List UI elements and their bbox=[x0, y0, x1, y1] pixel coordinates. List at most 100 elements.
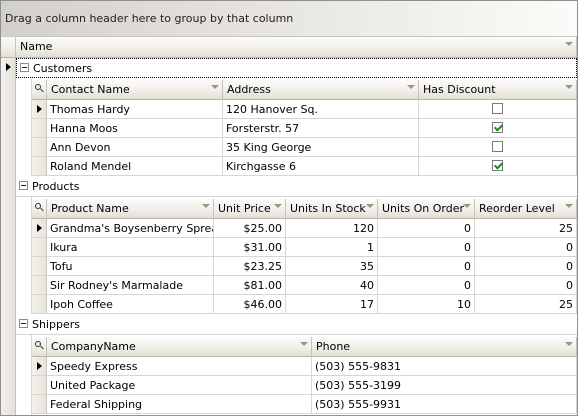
table-cell[interactable]: (503) 555-9931 bbox=[312, 395, 577, 414]
table-cell[interactable]: Thomas Hardy bbox=[47, 100, 223, 119]
triangle-right-icon[interactable] bbox=[32, 357, 47, 376]
row-indicator[interactable] bbox=[32, 157, 47, 176]
column-header-company-name[interactable]: CompanyName bbox=[47, 337, 312, 357]
discount-checkbox[interactable] bbox=[492, 141, 503, 152]
row-indicator[interactable] bbox=[32, 276, 47, 295]
band-row-customers[interactable]: Customers bbox=[16, 58, 577, 78]
table-cell[interactable]: 0 bbox=[475, 276, 577, 295]
table-cell[interactable]: 25 bbox=[475, 219, 577, 238]
column-chooser-button[interactable] bbox=[32, 337, 47, 357]
table-cell[interactable]: 0 bbox=[475, 238, 577, 257]
table-cell[interactable]: 10 bbox=[378, 295, 475, 314]
cell-company-name: United Package bbox=[50, 379, 136, 392]
row-indicator[interactable] bbox=[32, 257, 47, 276]
column-header-contact-name[interactable]: Contact Name bbox=[47, 80, 223, 100]
column-header-product-name[interactable]: Product Name bbox=[47, 199, 214, 219]
cell-contact-name: Roland Mendel bbox=[50, 160, 132, 173]
table-cell[interactable]: $25.00 bbox=[214, 219, 286, 238]
chevron-down-icon[interactable] bbox=[407, 85, 415, 89]
column-header-name[interactable]: Name bbox=[16, 37, 577, 58]
chevron-down-icon[interactable] bbox=[366, 204, 374, 208]
chevron-down-icon[interactable] bbox=[300, 342, 308, 346]
table-cell[interactable]: 40 bbox=[286, 276, 378, 295]
chevron-down-icon[interactable] bbox=[274, 204, 282, 208]
group-by-panel[interactable]: Drag a column header here to group by th… bbox=[1, 1, 577, 37]
cell-units-in-stock: 1 bbox=[367, 241, 374, 254]
row-indicator[interactable] bbox=[32, 119, 47, 138]
row-indicator[interactable] bbox=[32, 138, 47, 157]
cell-unit-price: $46.00 bbox=[243, 298, 283, 311]
chevron-down-icon[interactable] bbox=[565, 204, 573, 208]
column-header-phone[interactable]: Phone bbox=[312, 337, 577, 357]
chevron-down-icon[interactable] bbox=[211, 85, 219, 89]
collapse-minus-icon[interactable] bbox=[19, 319, 28, 328]
cell-unit-price: $81.00 bbox=[243, 279, 283, 292]
table-cell[interactable]: 120 bbox=[286, 219, 378, 238]
column-header-has-discount[interactable]: Has Discount bbox=[419, 80, 577, 100]
table-cell[interactable]: United Package bbox=[47, 376, 312, 395]
table-cell[interactable]: Kirchgasse 6 bbox=[223, 157, 419, 176]
band-label-shippers: Shippers bbox=[32, 318, 80, 331]
table-cell[interactable]: $81.00 bbox=[214, 276, 286, 295]
table-cell[interactable]: Federal Shipping bbox=[47, 395, 312, 414]
collapse-minus-icon[interactable] bbox=[20, 63, 29, 72]
table-cell[interactable]: Tofu bbox=[47, 257, 214, 276]
table-cell[interactable]: Ikura bbox=[47, 238, 214, 257]
table-cell[interactable] bbox=[419, 157, 577, 176]
column-header-units-in-stock[interactable]: Units In Stock bbox=[286, 199, 378, 219]
column-header-label: Address bbox=[227, 83, 271, 96]
triangle-right-icon[interactable] bbox=[32, 100, 47, 119]
table-cell[interactable]: Speedy Express bbox=[47, 357, 312, 376]
table-cell[interactable]: Sir Rodney's Marmalade bbox=[47, 276, 214, 295]
chevron-down-icon[interactable] bbox=[565, 42, 573, 46]
table-cell[interactable]: Ann Devon bbox=[47, 138, 223, 157]
table-cell[interactable]: (503) 555-9831 bbox=[312, 357, 577, 376]
row-indicator[interactable] bbox=[32, 238, 47, 257]
table-cell[interactable]: 35 bbox=[286, 257, 378, 276]
discount-checkbox[interactable] bbox=[492, 122, 503, 133]
table-cell[interactable]: $31.00 bbox=[214, 238, 286, 257]
chevron-down-icon[interactable] bbox=[565, 85, 573, 89]
triangle-right-icon[interactable] bbox=[1, 58, 16, 78]
cell-units-in-stock: 35 bbox=[360, 260, 374, 273]
table-cell[interactable]: 1 bbox=[286, 238, 378, 257]
column-header-reorder-level[interactable]: Reorder Level bbox=[475, 199, 577, 219]
band-row-products[interactable]: Products bbox=[16, 177, 577, 197]
table-cell[interactable]: 0 bbox=[378, 257, 475, 276]
discount-checkbox[interactable] bbox=[492, 103, 503, 114]
table-cell[interactable]: 25 bbox=[475, 295, 577, 314]
table-cell[interactable]: 35 King George bbox=[223, 138, 419, 157]
table-cell[interactable]: (503) 555-3199 bbox=[312, 376, 577, 395]
table-cell[interactable]: 0 bbox=[475, 257, 577, 276]
column-header-address[interactable]: Address bbox=[223, 80, 419, 100]
chevron-down-icon[interactable] bbox=[463, 204, 471, 208]
column-chooser-button[interactable] bbox=[32, 80, 47, 100]
table-cell[interactable]: 0 bbox=[378, 276, 475, 295]
table-cell[interactable]: 0 bbox=[378, 238, 475, 257]
discount-checkbox[interactable] bbox=[492, 160, 503, 171]
row-indicator[interactable] bbox=[32, 295, 47, 314]
table-cell[interactable]: Hanna Moos bbox=[47, 119, 223, 138]
table-cell[interactable]: $46.00 bbox=[214, 295, 286, 314]
table-cell[interactable]: Roland Mendel bbox=[47, 157, 223, 176]
table-cell[interactable]: Grandma's Boysenberry Spread bbox=[47, 219, 214, 238]
table-cell[interactable]: 0 bbox=[378, 219, 475, 238]
column-chooser-button[interactable] bbox=[32, 199, 47, 219]
row-indicator[interactable] bbox=[32, 376, 47, 395]
band-row-shippers[interactable]: Shippers bbox=[16, 315, 577, 335]
table-cell[interactable] bbox=[419, 138, 577, 157]
table-cell[interactable]: Forsterstr. 57 bbox=[223, 119, 419, 138]
table-cell[interactable]: 120 Hanover Sq. bbox=[223, 100, 419, 119]
chevron-down-icon[interactable] bbox=[565, 342, 573, 346]
table-cell[interactable] bbox=[419, 100, 577, 119]
table-cell[interactable]: Ipoh Coffee bbox=[47, 295, 214, 314]
collapse-minus-icon[interactable] bbox=[19, 181, 28, 190]
column-header-unit-price[interactable]: Unit Price bbox=[214, 199, 286, 219]
table-cell[interactable]: $23.25 bbox=[214, 257, 286, 276]
table-cell[interactable]: 17 bbox=[286, 295, 378, 314]
chevron-down-icon[interactable] bbox=[202, 204, 210, 208]
table-cell[interactable] bbox=[419, 119, 577, 138]
column-header-units-on-order[interactable]: Units On Order bbox=[378, 199, 475, 219]
triangle-right-icon[interactable] bbox=[32, 219, 47, 238]
row-indicator[interactable] bbox=[32, 395, 47, 414]
